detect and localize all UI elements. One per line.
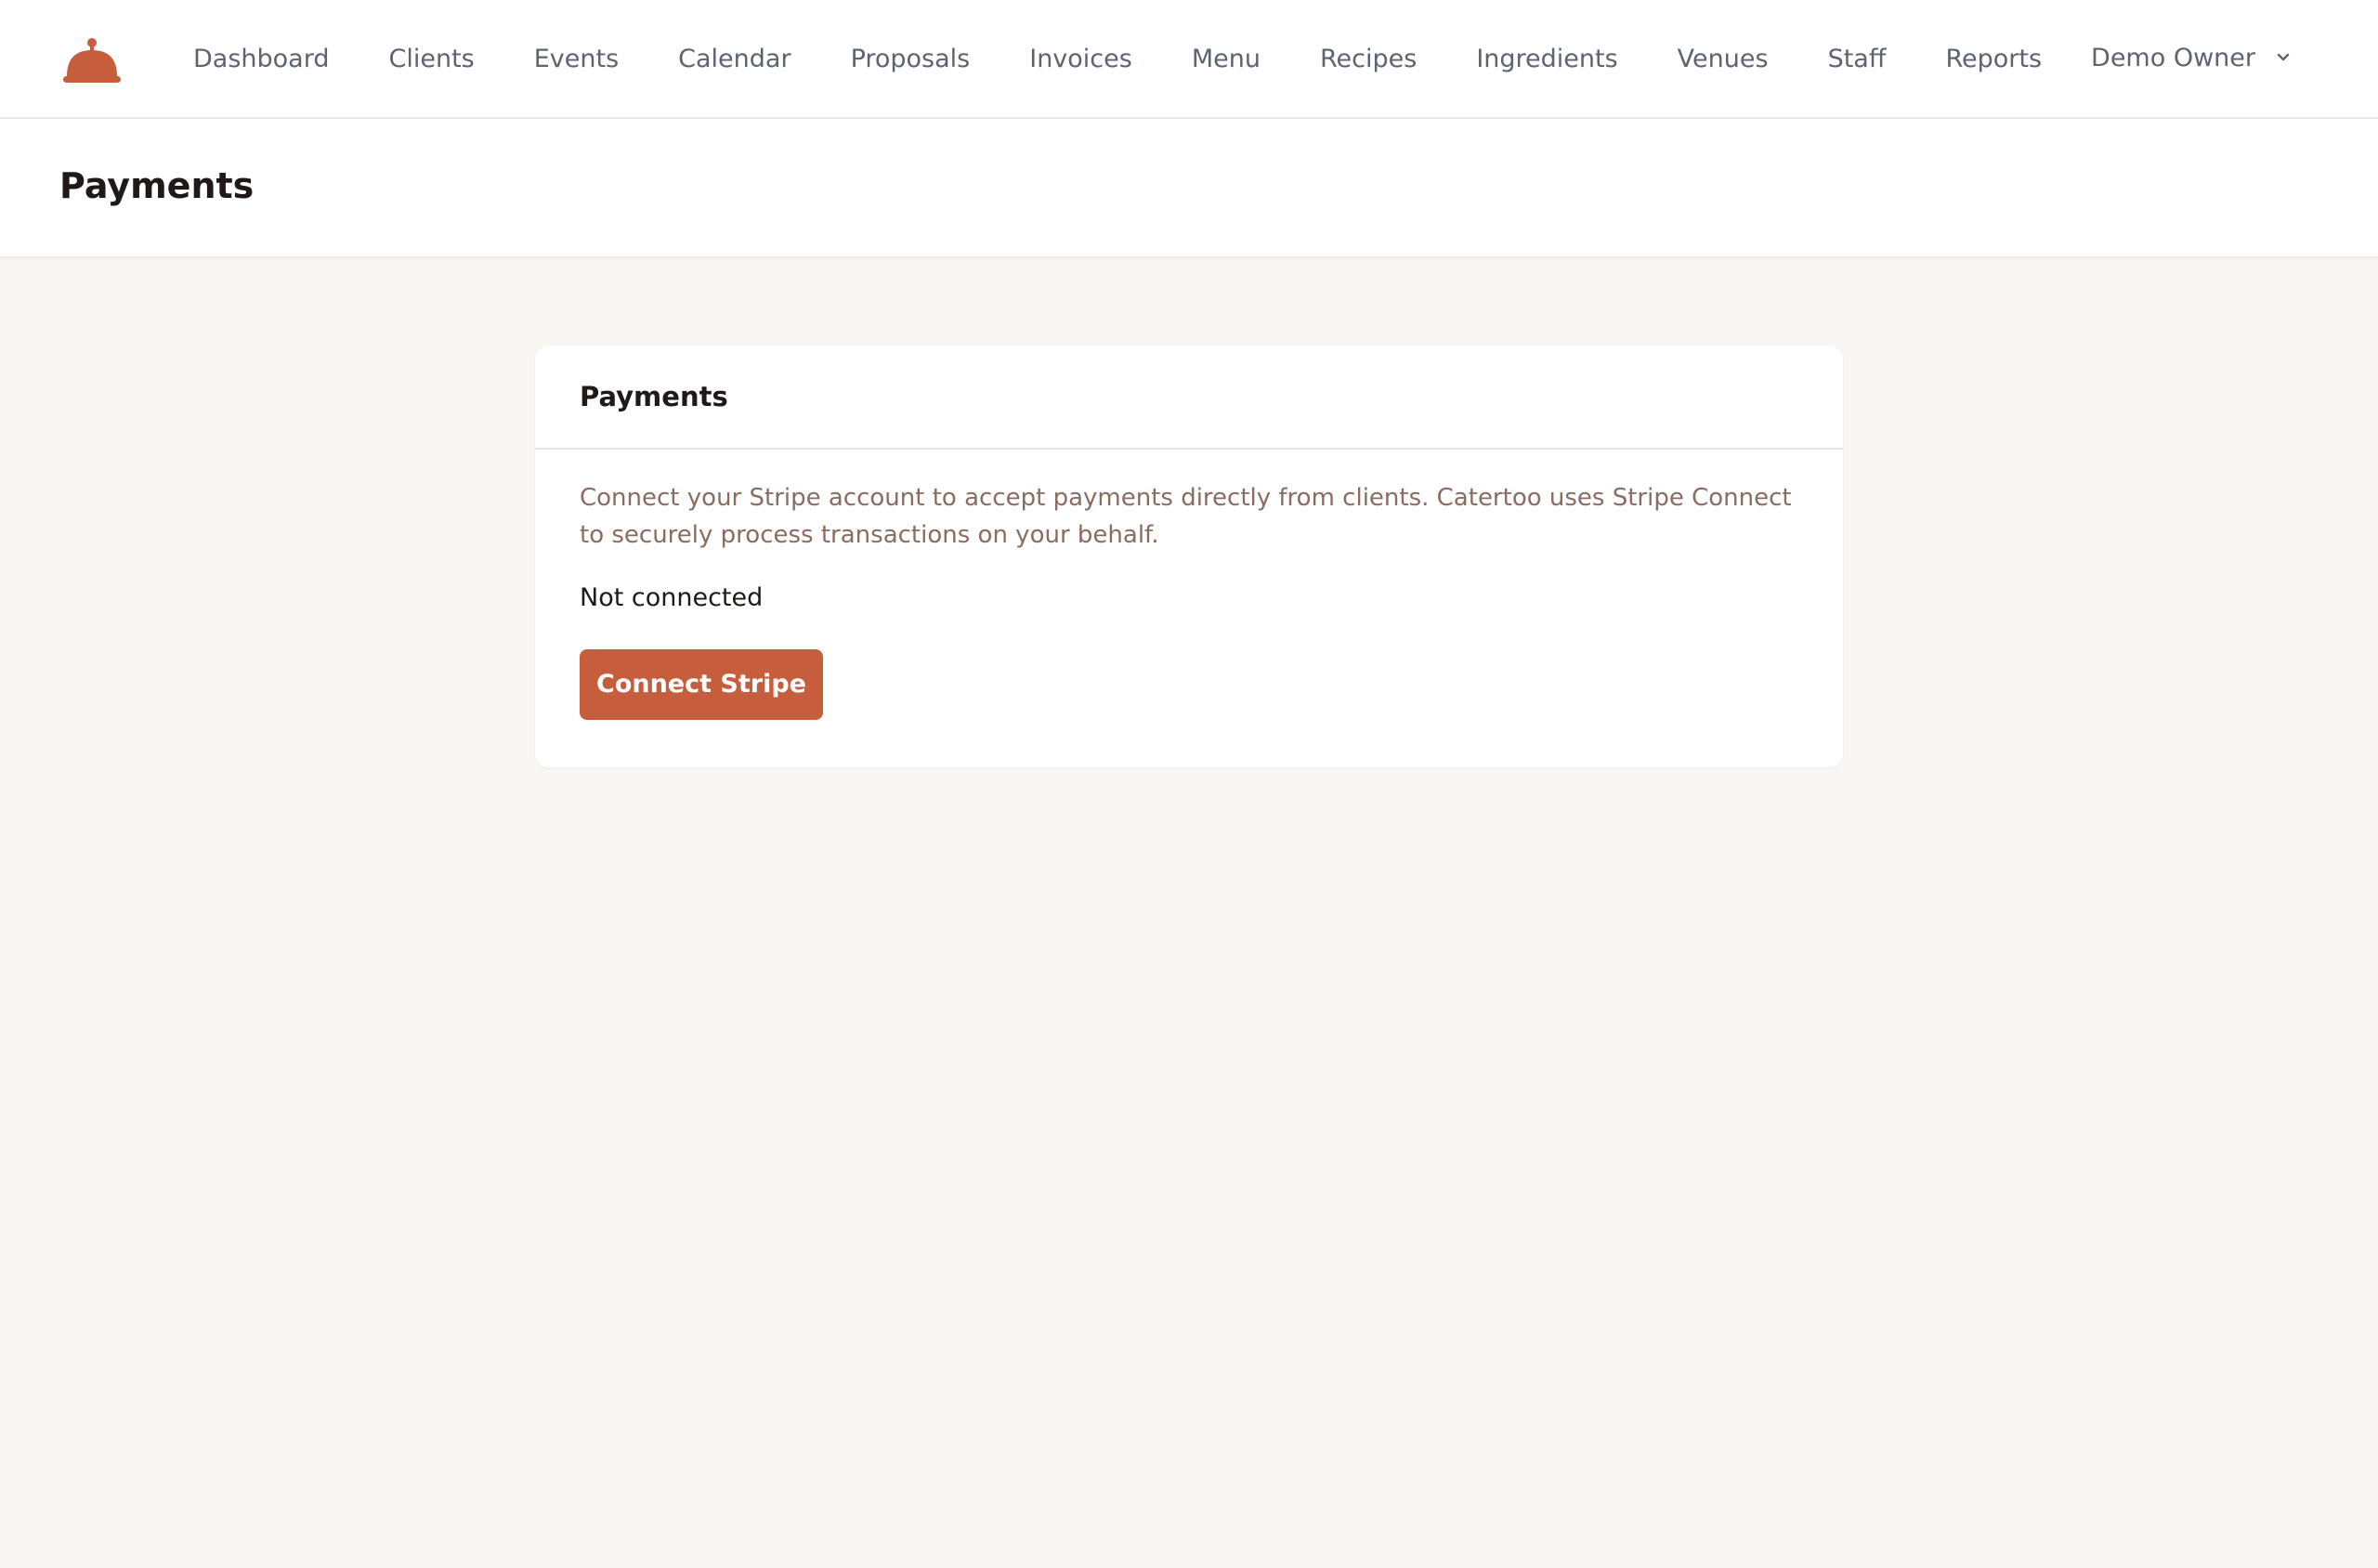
- card-description: Connect your Stripe account to accept pa…: [580, 484, 1792, 549]
- nav-item-ingredients[interactable]: Ingredients: [1446, 0, 1647, 119]
- nav-item-proposals[interactable]: Proposals: [821, 0, 1000, 119]
- nav-item-venues[interactable]: Venues: [1648, 0, 1798, 119]
- nav-item-invoices[interactable]: Invoices: [1000, 0, 1162, 119]
- nav-item-recipes[interactable]: Recipes: [1290, 0, 1446, 119]
- nav-item-events[interactable]: Events: [504, 0, 648, 119]
- nav-item-clients[interactable]: Clients: [359, 0, 503, 119]
- nav-item-dashboard[interactable]: Dashboard: [167, 0, 359, 119]
- user-menu[interactable]: Demo Owner: [2091, 0, 2293, 115]
- connect-stripe-button[interactable]: Connect Stripe: [580, 649, 823, 720]
- page-title: Payments: [59, 165, 255, 206]
- card-title: Payments: [580, 381, 728, 412]
- nav-item-reports[interactable]: Reports: [1915, 0, 2071, 119]
- nav-item-menu[interactable]: Menu: [1162, 0, 1290, 119]
- connection-status: Not connected: [580, 583, 764, 612]
- chevron-down-icon: [2277, 53, 2290, 61]
- card-header: Payments: [535, 346, 1843, 450]
- nav-item-staff[interactable]: Staff: [1798, 0, 1916, 119]
- nav-item-calendar[interactable]: Calendar: [648, 0, 820, 119]
- cloche-icon[interactable]: [61, 35, 123, 87]
- nav-menu: Dashboard Clients Events Calendar Propos…: [167, 0, 2071, 119]
- page-header: Payments: [0, 119, 2378, 256]
- card-body: Connect your Stripe account to accept pa…: [535, 450, 1843, 750]
- user-name: Demo Owner: [2091, 43, 2255, 72]
- payments-card: Payments Connect your Stripe account to …: [535, 346, 1843, 767]
- top-navigation: Dashboard Clients Events Calendar Propos…: [0, 0, 2378, 119]
